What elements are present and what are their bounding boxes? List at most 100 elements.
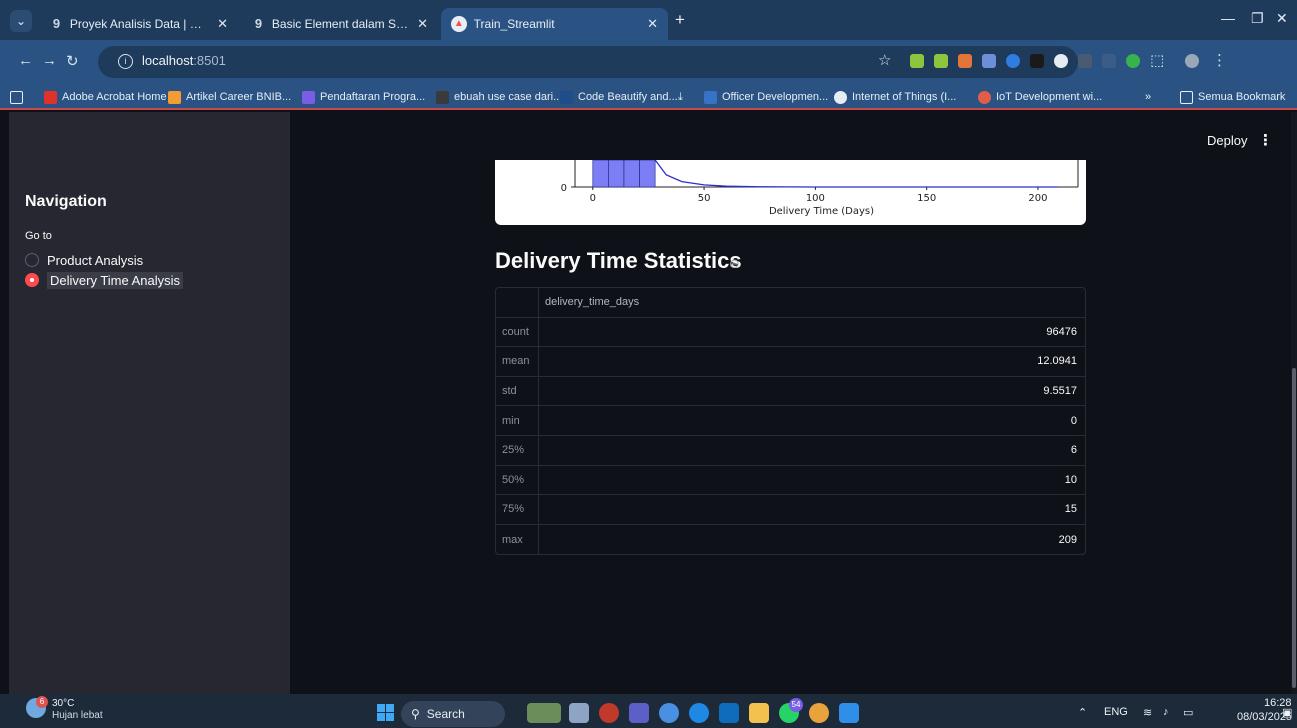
- bookmark-item[interactable]: Adobe Acrobat Home: [44, 89, 167, 105]
- outlook-icon[interactable]: [719, 703, 739, 723]
- row-index-cell[interactable]: max: [496, 524, 539, 555]
- extension-icon[interactable]: [982, 54, 996, 68]
- forward-icon[interactable]: →: [42, 52, 57, 69]
- vscode-icon[interactable]: [839, 703, 859, 723]
- volume-icon[interactable]: ♪: [1163, 706, 1169, 718]
- restore-icon[interactable]: ❐: [1251, 10, 1264, 27]
- value-cell[interactable]: 6: [539, 436, 1085, 465]
- extension-icon[interactable]: [1078, 54, 1092, 68]
- tab-search-chevron-icon[interactable]: ⌄: [10, 10, 32, 32]
- value-cell[interactable]: 96476: [539, 318, 1085, 347]
- extension-icon[interactable]: [1054, 54, 1068, 68]
- column-header[interactable]: delivery_time_days: [539, 288, 1085, 317]
- url-text[interactable]: localhost:8501: [142, 53, 226, 68]
- bookmark-item[interactable]: Officer Developmen...: [704, 89, 828, 105]
- main-menu-icon[interactable]: ⋮: [1258, 131, 1273, 149]
- close-window-icon[interactable]: ✕: [1276, 10, 1288, 27]
- bookmark-item[interactable]: IoT Development wi...: [978, 89, 1102, 105]
- close-tab-icon[interactable]: ✕: [647, 16, 658, 32]
- weather-temperature[interactable]: 30°C: [52, 698, 74, 709]
- extension-icon[interactable]: [1126, 54, 1140, 68]
- table-row: 75% 15: [496, 495, 1085, 525]
- streamlit-sidebar: Navigation Go to Product Analysis Delive…: [9, 112, 290, 694]
- bookmark-label: Artikel Career BNIB...: [186, 91, 292, 103]
- weather-badge: 6: [36, 696, 48, 708]
- profile-avatar[interactable]: [1185, 54, 1199, 68]
- site-info-icon[interactable]: i: [118, 54, 133, 69]
- value-cell[interactable]: 209: [539, 525, 1085, 555]
- download-bookmark-icon[interactable]: ⤓: [678, 89, 683, 105]
- extension-icon[interactable]: [1030, 54, 1044, 68]
- deploy-button[interactable]: Deploy: [1207, 133, 1247, 148]
- extension-icon[interactable]: [958, 54, 972, 68]
- weather-description[interactable]: Hujan lebat: [52, 710, 103, 721]
- battery-icon[interactable]: ▭: [1183, 706, 1193, 719]
- radio-button[interactable]: [25, 253, 39, 267]
- tab-basic-element[interactable]: 9 Basic Element dalam Streamlit | ✕: [242, 8, 438, 40]
- scrollbar-thumb[interactable]: [1292, 368, 1296, 688]
- reload-icon[interactable]: ↻: [66, 52, 79, 70]
- close-tab-icon[interactable]: ✕: [417, 16, 428, 32]
- tab-train-streamlit[interactable]: ▲ Train_Streamlit ✕: [441, 8, 668, 40]
- radio-option-delivery-time-analysis[interactable]: Delivery Time Analysis: [25, 270, 184, 290]
- copilot-icon[interactable]: [659, 703, 679, 723]
- app-icon[interactable]: [599, 703, 619, 723]
- row-index-cell[interactable]: min: [496, 406, 539, 435]
- extension-icon[interactable]: [1006, 54, 1020, 68]
- task-view-icon[interactable]: [569, 703, 589, 723]
- table-row: min 0: [496, 406, 1085, 436]
- bookmark-folder-label: Semua Bookmark: [1198, 91, 1286, 103]
- y-tick-label: 0: [561, 183, 567, 194]
- teams-icon[interactable]: [629, 703, 649, 723]
- code-beautify-icon: [560, 90, 573, 104]
- bookmark-item[interactable]: ebuah use case dari...: [436, 89, 562, 105]
- chrome-icon[interactable]: [809, 703, 829, 723]
- bookmark-item[interactable]: Code Beautify and...: [560, 89, 678, 105]
- minimize-icon[interactable]: —: [1221, 10, 1235, 26]
- value-cell[interactable]: 12.0941: [539, 347, 1085, 376]
- radio-button-selected[interactable]: [25, 273, 39, 287]
- bookmark-item[interactable]: Internet of Things (I...: [834, 89, 956, 105]
- row-index-cell[interactable]: std: [496, 376, 539, 406]
- windows-start-icon[interactable]: [377, 704, 394, 721]
- extension-icon[interactable]: [910, 54, 924, 68]
- value-cell[interactable]: 10: [539, 466, 1085, 495]
- file-explorer-icon[interactable]: [749, 703, 769, 723]
- anchor-link-icon[interactable]: ⊖: [729, 256, 740, 272]
- bookmark-star-icon[interactable]: ☆: [878, 51, 891, 69]
- acrobat-icon: [44, 90, 57, 104]
- more-bookmarks-icon[interactable]: »: [1145, 89, 1151, 105]
- row-index-cell[interactable]: mean: [496, 347, 539, 376]
- table-row: std 9.5517: [496, 376, 1085, 407]
- bookmark-label: Code Beautify and...: [578, 91, 678, 103]
- row-index-cell[interactable]: 75%: [496, 495, 539, 524]
- value-cell[interactable]: 0: [539, 406, 1085, 435]
- wifi-icon[interactable]: ≋: [1143, 706, 1152, 719]
- address-bar[interactable]: [98, 46, 1078, 78]
- value-cell[interactable]: 15: [539, 495, 1085, 524]
- row-index-cell[interactable]: 25%: [496, 435, 539, 465]
- bookmark-folder[interactable]: Semua Bookmark: [1180, 89, 1285, 105]
- new-tab-icon[interactable]: +: [675, 10, 685, 30]
- radio-option-product-analysis[interactable]: Product Analysis: [25, 250, 143, 270]
- row-index-cell[interactable]: 50%: [496, 465, 539, 495]
- extension-icon[interactable]: [1102, 54, 1116, 68]
- edge-icon[interactable]: [689, 703, 709, 723]
- close-tab-icon[interactable]: ✕: [217, 16, 228, 32]
- apps-grid-icon[interactable]: [10, 89, 23, 105]
- extension-icon[interactable]: [934, 54, 948, 68]
- browser-menu-icon[interactable]: ⋮: [1212, 51, 1227, 69]
- widgets-icon[interactable]: [527, 703, 561, 723]
- bookmark-item[interactable]: Pendaftaran Progra...: [302, 89, 425, 105]
- back-icon[interactable]: ←: [18, 52, 33, 69]
- notification-icon[interactable]: ▣: [1282, 706, 1292, 719]
- bookmark-item[interactable]: Artikel Career BNIB...: [168, 89, 291, 105]
- tab-proyek-analisis[interactable]: 9 Proyek Analisis Data | Dicoding ✕: [40, 8, 238, 40]
- tray-overflow-icon[interactable]: ⌃: [1078, 706, 1087, 719]
- language-indicator[interactable]: ENG: [1104, 706, 1128, 718]
- taskbar-search[interactable]: ⚲ Search: [401, 701, 505, 727]
- row-index-cell[interactable]: count: [496, 317, 539, 347]
- histogram-bar: [639, 159, 656, 188]
- extensions-puzzle-icon[interactable]: ⬚: [1150, 51, 1164, 69]
- value-cell[interactable]: 9.5517: [539, 377, 1085, 406]
